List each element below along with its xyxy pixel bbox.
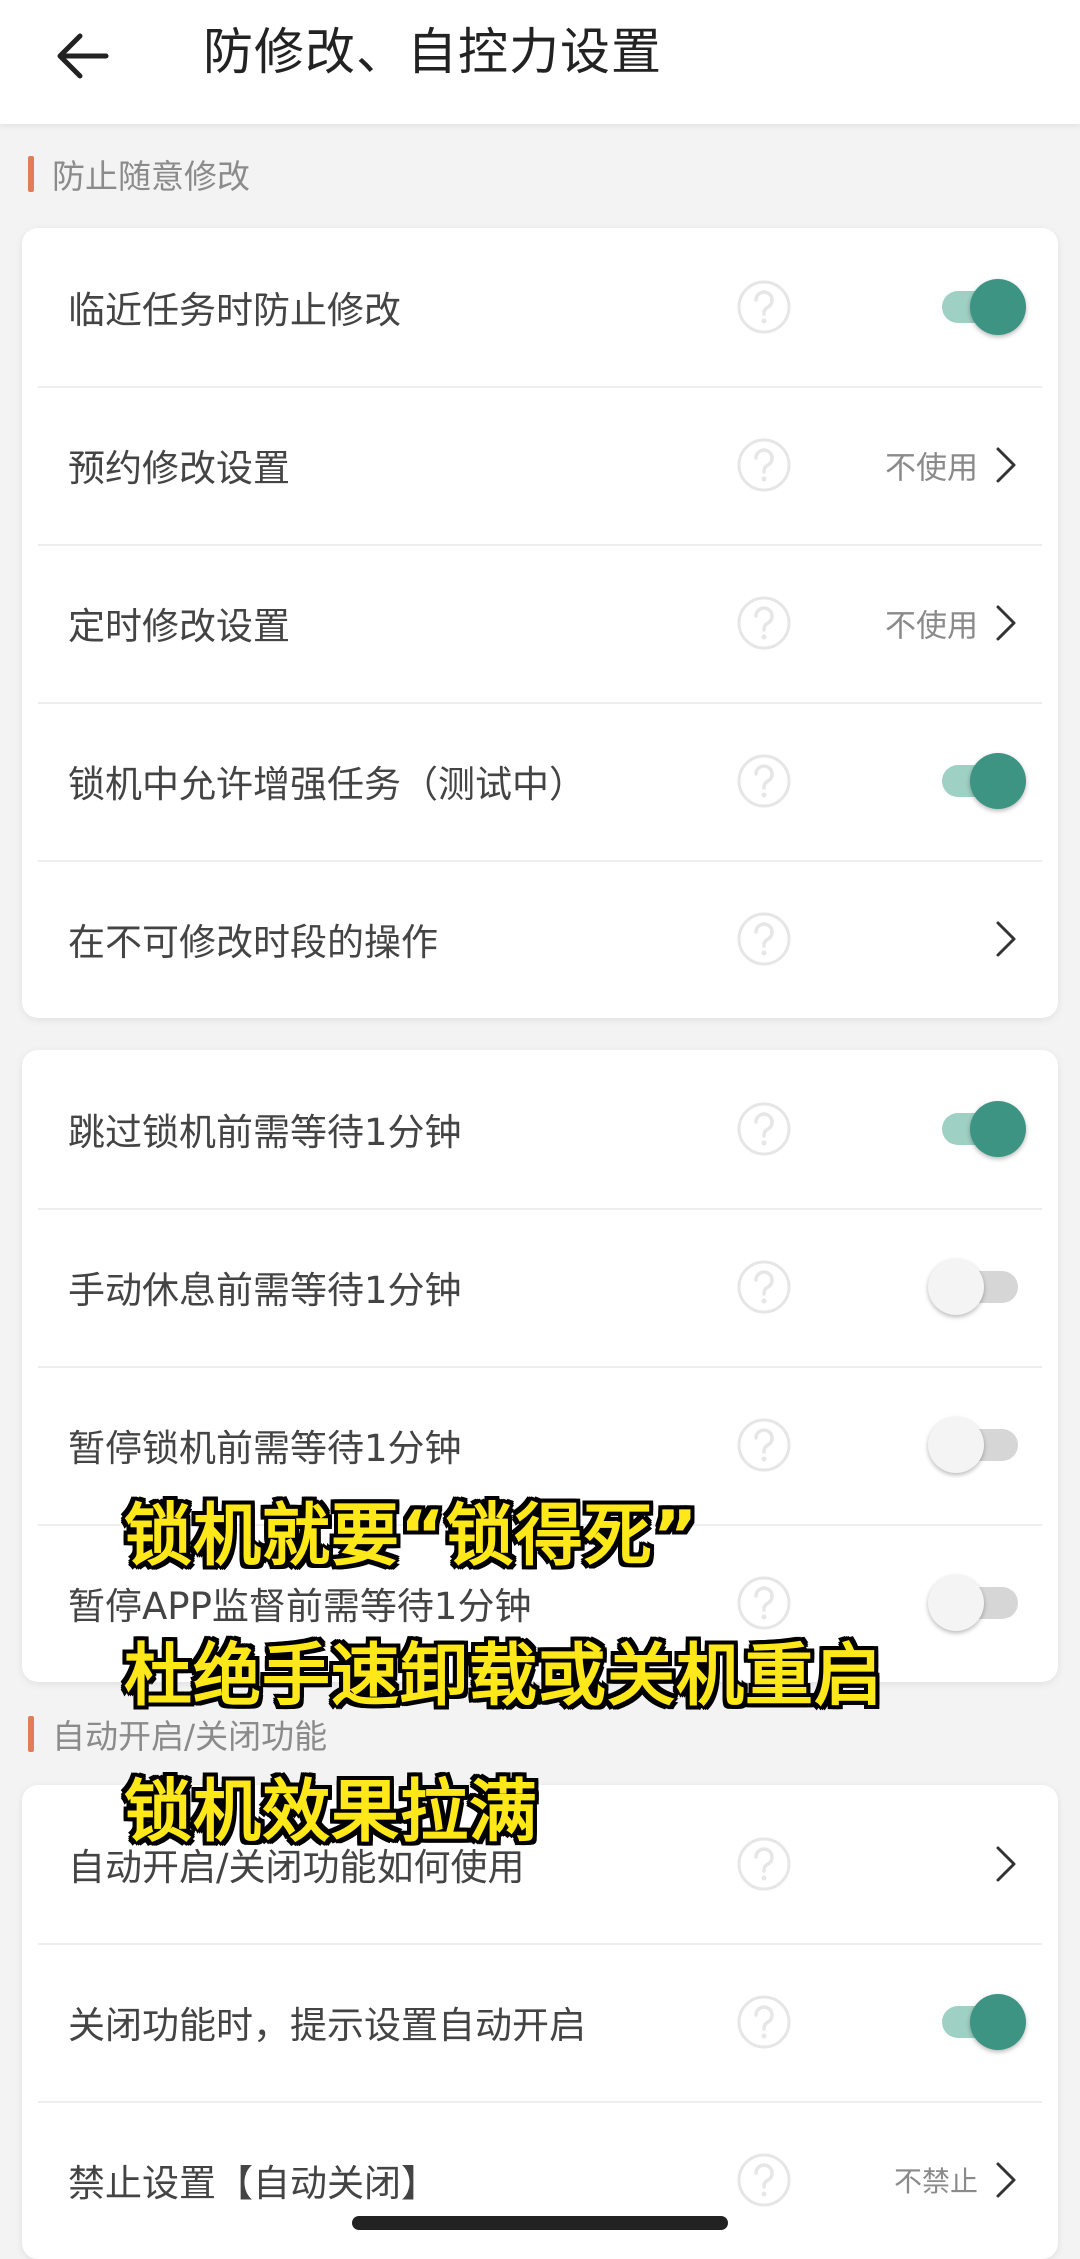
overlay-caption: 锁机就要“锁得死” (124, 1497, 699, 1576)
toggle-switch[interactable] (928, 1096, 1028, 1162)
toggle-knob (970, 753, 1026, 809)
help-circle-icon[interactable] (736, 437, 792, 493)
toggle-switch[interactable] (928, 1254, 1028, 1320)
toggle-knob (970, 279, 1026, 335)
help-circle-icon[interactable] (736, 1259, 792, 1315)
toggle-switch[interactable] (928, 274, 1028, 340)
setting-row-manual-rest-wait[interactable]: 手动休息前需等待1分钟 (22, 1208, 1058, 1366)
setting-row-scheduled-modify[interactable]: 预约修改设置 不使用 (22, 386, 1058, 544)
settings-card-auto-on-off: 自动开启/关闭功能如何使用 关闭功能时，提示设置自动开启 禁止设置【自动关闭】 … (22, 1785, 1058, 2259)
top-app-bar: 防修改、自控力设置 (0, 0, 1080, 124)
toggle-knob (970, 1994, 1026, 2050)
overlay-caption: 锁机效果拉满 (124, 1773, 539, 1852)
setting-label: 暂停锁机前需等待1分钟 (68, 1427, 462, 1470)
help-circle-icon[interactable] (736, 279, 792, 335)
toggle-knob (928, 1417, 984, 1473)
chevron-right-icon (996, 2162, 1016, 2198)
setting-value: 不禁止 (893, 2165, 978, 2198)
setting-label: 跳过锁机前需等待1分钟 (68, 1111, 462, 1154)
chevron-right-icon (996, 1846, 1016, 1882)
setting-row-near-task-prevent-modify[interactable]: 临近任务时防止修改 (22, 228, 1058, 386)
help-circle-icon[interactable] (736, 1101, 792, 1157)
toggle-switch[interactable] (928, 748, 1028, 814)
settings-card-prevent-modify: 临近任务时防止修改 预约修改设置 不使用 定时修改设置 不使用 锁机中允许增强任… (22, 228, 1058, 1018)
arrow-left-icon (57, 33, 109, 79)
page-title: 防修改、自控力设置 (203, 23, 662, 81)
setting-label: 关闭功能时，提示设置自动开启 (68, 2004, 586, 2047)
back-button[interactable] (48, 20, 120, 92)
setting-row-enhanced-task-in-lock[interactable]: 锁机中允许增强任务（测试中） (22, 702, 1058, 860)
setting-label: 在不可修改时段的操作 (68, 921, 438, 964)
toggle-switch[interactable] (928, 1989, 1028, 2055)
help-circle-icon[interactable] (736, 1994, 792, 2050)
help-circle-icon[interactable] (736, 595, 792, 651)
setting-row-timed-modify[interactable]: 定时修改设置 不使用 (22, 544, 1058, 702)
setting-value: 不使用 (885, 450, 978, 487)
toggle-switch[interactable] (928, 1412, 1028, 1478)
setting-label: 预约修改设置 (68, 447, 290, 490)
toggle-knob (928, 1575, 984, 1631)
chevron-right-icon (996, 605, 1016, 641)
toggle-knob (970, 1101, 1026, 1157)
setting-value: 不使用 (885, 608, 978, 645)
chevron-right-icon (996, 921, 1016, 957)
toggle-switch[interactable] (928, 1570, 1028, 1636)
chevron-right-icon (996, 447, 1016, 483)
section-label-prevent-modify: 防止随意修改 (28, 150, 250, 198)
help-circle-icon[interactable] (736, 753, 792, 809)
setting-row-skip-lock-wait[interactable]: 跳过锁机前需等待1分钟 (22, 1050, 1058, 1208)
setting-row-non-modifiable-period-action[interactable]: 在不可修改时段的操作 (22, 860, 1058, 1018)
toggle-knob (928, 1259, 984, 1315)
setting-row-prompt-auto-on[interactable]: 关闭功能时，提示设置自动开启 (22, 1943, 1058, 2101)
setting-label: 手动休息前需等待1分钟 (68, 1269, 462, 1312)
setting-row-forbid-auto-off[interactable]: 禁止设置【自动关闭】 不禁止 (22, 2101, 1058, 2259)
help-circle-icon[interactable] (736, 911, 792, 967)
setting-label: 锁机中允许增强任务（测试中） (68, 763, 586, 806)
settings-card-wait-timers: 跳过锁机前需等待1分钟 手动休息前需等待1分钟 暂停锁机前需等待1分钟 暂停AP… (22, 1050, 1058, 1682)
help-circle-icon[interactable] (736, 2152, 792, 2208)
setting-label: 定时修改设置 (68, 605, 290, 648)
help-circle-icon[interactable] (736, 1417, 792, 1473)
overlay-caption: 杜绝手速卸载或关机重启 (124, 1637, 884, 1716)
home-indicator[interactable] (352, 2216, 728, 2230)
setting-label: 临近任务时防止修改 (68, 289, 401, 332)
setting-label: 禁止设置【自动关闭】 (68, 2162, 438, 2205)
help-circle-icon[interactable] (736, 1836, 792, 1892)
